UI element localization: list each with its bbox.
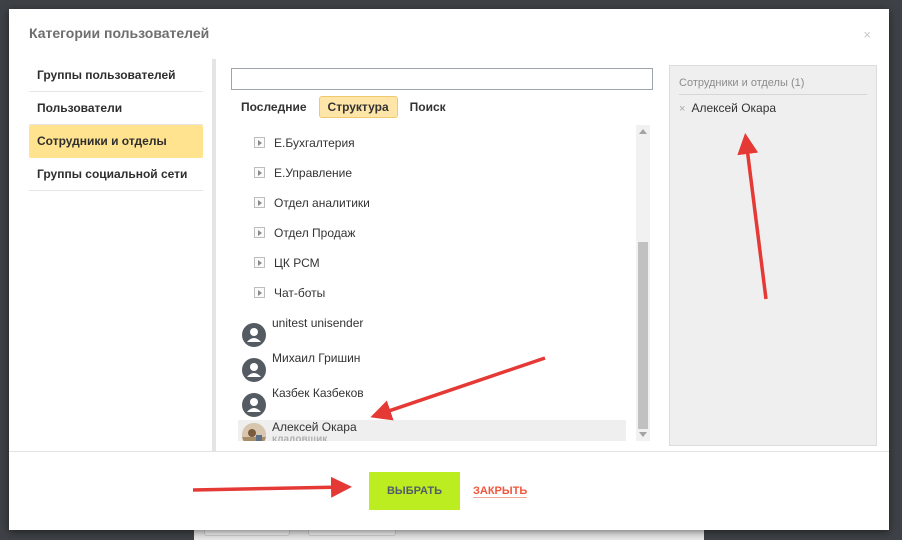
tree-user[interactable]: Казбек Казбеков (238, 386, 626, 421)
sidebar-item-users[interactable]: Пользователи (29, 92, 203, 125)
tree-folder[interactable]: Е.Бухгалтерия (238, 135, 626, 165)
tree-folder[interactable]: Е.Управление (238, 165, 626, 195)
tree-folder[interactable]: Отдел аналитики (238, 195, 626, 225)
close-icon[interactable]: × (863, 27, 871, 42)
tree-user[interactable]: unitest unisender (238, 316, 626, 351)
scroll-down-icon[interactable] (639, 432, 647, 437)
user-name: Алексей Окара (272, 420, 357, 434)
sidebar-item-social-groups[interactable]: Группы социальной сети (29, 158, 203, 191)
selected-divider (679, 94, 867, 95)
tab-structure[interactable]: Структура (318, 96, 398, 118)
tree-scrollbar[interactable] (636, 125, 650, 441)
user-name: Казбек Казбеков (272, 386, 364, 400)
tree-user[interactable]: Михаил Гришин (238, 351, 626, 386)
folder-label: ЦК РСМ (274, 256, 320, 270)
folder-label: Е.Управление (274, 166, 353, 180)
sidebar-divider (212, 59, 216, 452)
user-position: кладовщик (272, 434, 328, 441)
sidebar-item-employees-departments[interactable]: Сотрудники и отделы (29, 125, 203, 158)
user-name: Михаил Гришин (272, 351, 361, 365)
tab-recent[interactable]: Последние (233, 96, 315, 118)
selected-item-label: Алексей Окара (691, 101, 777, 115)
select-button[interactable]: ВЫБРАТЬ (369, 472, 460, 510)
search-input[interactable] (231, 68, 653, 90)
close-link[interactable]: ЗАКРЫТЬ (473, 485, 528, 498)
expand-arrow-icon[interactable] (254, 257, 265, 268)
expand-arrow-icon[interactable] (254, 137, 265, 148)
structure-tree: Е.Бухгалтерия Е.Управление Отдел аналити… (238, 125, 626, 441)
footer-divider (9, 451, 889, 452)
expand-arrow-icon[interactable] (254, 197, 265, 208)
photo-avatar (242, 423, 266, 441)
user-name: unitest unisender (272, 316, 364, 330)
folder-label: Е.Бухгалтерия (274, 136, 355, 150)
category-sidebar: Группы пользователей Пользователи Сотруд… (29, 59, 203, 191)
tab-bar: Последние Структура Поиск (233, 96, 458, 118)
scroll-thumb[interactable] (638, 242, 648, 429)
expand-arrow-icon[interactable] (254, 227, 265, 238)
default-avatar-icon (242, 358, 266, 382)
folder-label: Чат-боты (274, 286, 326, 300)
sidebar-item-user-groups[interactable]: Группы пользователей (29, 59, 203, 92)
tab-search[interactable]: Поиск (402, 96, 454, 118)
selected-item: × Алексей Окара (679, 101, 776, 115)
scroll-up-icon[interactable] (639, 129, 647, 134)
user-categories-dialog: Категории пользователей × Группы пользов… (9, 9, 889, 530)
folder-label: Отдел Продаж (274, 226, 356, 240)
tree-folder[interactable]: ЦК РСМ (238, 255, 626, 285)
expand-arrow-icon[interactable] (254, 287, 265, 298)
default-avatar-icon (242, 393, 266, 417)
dialog-title: Категории пользователей (29, 25, 210, 41)
folder-label: Отдел аналитики (274, 196, 370, 210)
tree-folder[interactable]: Отдел Продаж (238, 225, 626, 255)
tree-user-selected[interactable]: Алексей Окара кладовщик (238, 420, 626, 441)
selected-header: Сотрудники и отделы (1) (679, 77, 805, 89)
expand-arrow-icon[interactable] (254, 167, 265, 178)
selected-items-panel: Сотрудники и отделы (1) × Алексей Окара (669, 65, 877, 446)
tree-folder[interactable]: Чат-боты (238, 285, 626, 315)
default-avatar-icon (242, 323, 266, 347)
remove-icon[interactable]: × (679, 103, 685, 115)
